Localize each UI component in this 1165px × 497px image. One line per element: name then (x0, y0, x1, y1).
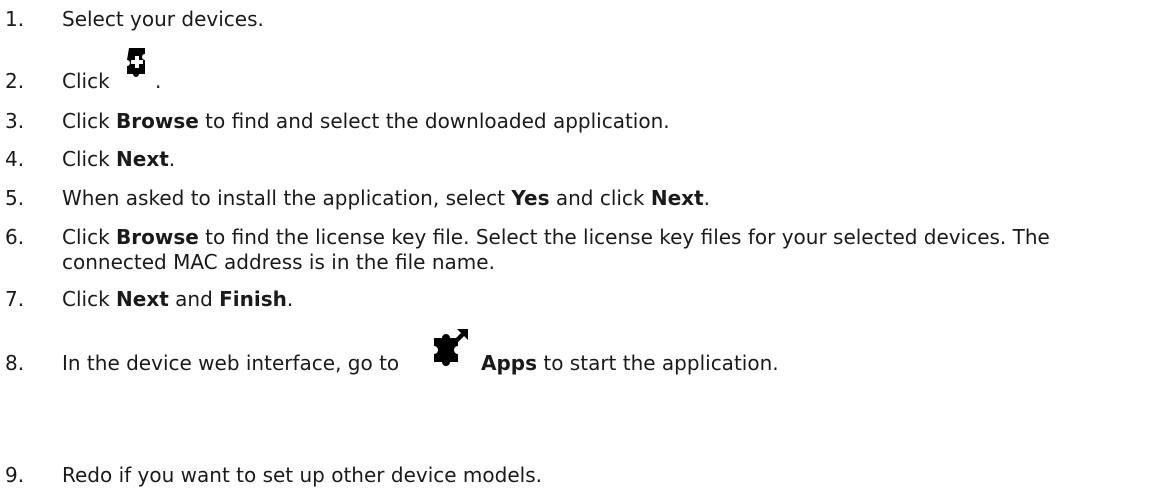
next-label: Next (650, 186, 704, 210)
step-text: Click Next and Finish. (62, 287, 294, 311)
step-number: 6. (5, 225, 25, 249)
apps-puzzle-icon (430, 324, 476, 372)
step-number: 9. (5, 463, 25, 487)
step-text: Select your devices. (62, 7, 264, 31)
step-text: Click Next. (62, 147, 176, 171)
step-text-end: Apps to start the application. (481, 351, 779, 375)
yes-label: Yes (511, 186, 550, 210)
apps-label: Apps (481, 351, 538, 375)
next-label: Next (116, 147, 169, 171)
step-number: 3. (5, 109, 25, 133)
step-number: 2. (5, 69, 25, 93)
step-text: Click Browse to find the license key fil… (62, 225, 1050, 249)
step-text: Click (62, 69, 110, 93)
puzzle-plus-icon (120, 44, 154, 84)
next-label: Next (116, 287, 169, 311)
step-number: 4. (5, 147, 25, 171)
step-number: 8. (5, 351, 25, 375)
step-text: Click Browse to find and select the down… (62, 109, 670, 133)
step-text-line-2: connected MAC address is in the file nam… (62, 250, 495, 274)
step-number: 7. (5, 287, 25, 311)
browse-label: Browse (116, 225, 199, 249)
step-number: 1. (5, 7, 25, 31)
step-text-end: . (155, 69, 162, 93)
finish-label: Finish (219, 287, 287, 311)
step-text: Redo if you want to set up other device … (62, 463, 542, 487)
step-number: 5. (5, 186, 25, 210)
step-text: When asked to install the application, s… (62, 186, 710, 210)
browse-label: Browse (116, 109, 199, 133)
